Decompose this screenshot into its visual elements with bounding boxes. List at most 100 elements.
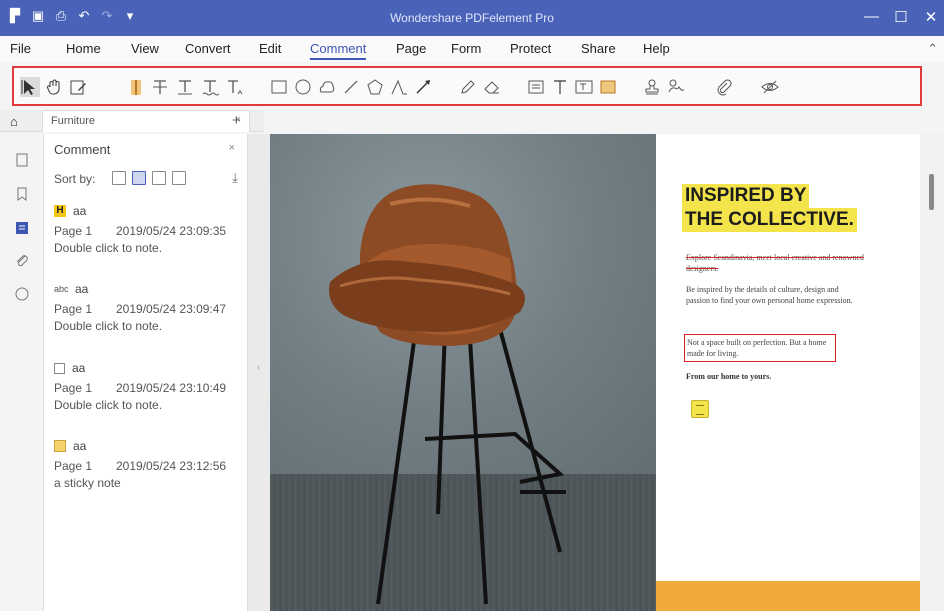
thumbnails-icon[interactable] <box>14 152 30 168</box>
line-icon[interactable] <box>341 77 361 97</box>
new-tab-button[interactable]: + <box>232 112 241 129</box>
menu-form[interactable]: Form <box>451 41 481 56</box>
hand-icon[interactable] <box>44 77 64 97</box>
tab-furniture[interactable]: Furniture × <box>42 110 250 132</box>
home-icon[interactable]: ⌂ <box>10 114 18 129</box>
hide-annotations-icon[interactable] <box>760 77 780 97</box>
left-rail <box>0 134 44 611</box>
rectangle-icon <box>54 362 65 374</box>
comment-note[interactable]: a sticky note <box>54 476 244 490</box>
comment-author: aa <box>73 439 87 453</box>
pencil-icon[interactable] <box>458 77 478 97</box>
menu-convert[interactable]: Convert <box>185 41 231 56</box>
splitter-grip-icon[interactable]: ‹ <box>257 362 260 376</box>
edit-text-icon[interactable] <box>68 77 88 97</box>
panel-title: Comment <box>54 142 111 157</box>
document-tab-strip: ⌂ Furniture × + <box>0 110 264 132</box>
headline-line-1: INSPIRED BY <box>682 184 810 208</box>
note-icon[interactable] <box>526 77 546 97</box>
area-highlight-icon[interactable] <box>598 77 618 97</box>
window-controls: — ☐ ✕ <box>864 8 938 26</box>
signature-icon[interactable] <box>666 77 686 97</box>
collapse-ribbon-icon[interactable]: ⌃ <box>927 41 938 57</box>
comment-page: Page 1 <box>54 459 93 473</box>
chair-photo <box>270 134 656 611</box>
headline[interactable]: INSPIRED BY THE COLLECTIVE. <box>682 184 857 232</box>
comment-item[interactable]: H aa Page 1 2019/05/24 23:09:35 Double c… <box>54 202 244 255</box>
polyline-icon[interactable] <box>389 77 409 97</box>
comment-date: 2019/05/24 23:09:47 <box>116 302 227 316</box>
attachment-icon[interactable] <box>714 77 734 97</box>
menu-view[interactable]: View <box>131 41 159 56</box>
comment-note[interactable]: Double click to note. <box>54 319 244 333</box>
vertical-scrollbar[interactable] <box>920 134 944 611</box>
comment-item[interactable]: aa Page 1 2019/05/24 23:10:49 Double cli… <box>54 359 244 412</box>
highlight-icon: H <box>54 205 66 217</box>
panel-splitter[interactable]: ‹ <box>248 134 270 611</box>
menu-home[interactable]: Home <box>66 41 101 56</box>
close-button[interactable]: ✕ <box>924 8 938 26</box>
comment-note[interactable]: Double click to note. <box>54 398 244 412</box>
strikethrough-text[interactable]: Explore Scandinavia, meet local creative… <box>686 252 866 274</box>
sort-row: Sort by: ⤓ <box>54 170 244 186</box>
headline-line-2: THE COLLECTIVE. <box>682 208 857 232</box>
document-page: INSPIRED BY THE COLLECTIVE. Explore Scan… <box>656 134 920 611</box>
arrow-icon[interactable] <box>413 77 433 97</box>
highlight-icon[interactable] <box>126 77 146 97</box>
tab-label: Furniture <box>51 115 96 127</box>
squiggly-icon[interactable] <box>200 77 220 97</box>
sort-by-page-icon[interactable] <box>112 171 126 185</box>
comment-date: 2019/05/24 23:10:49 <box>116 381 227 395</box>
oval-icon[interactable] <box>293 77 313 97</box>
rectangle-annotation[interactable]: Not a space built on perfection. But a h… <box>684 334 836 362</box>
insert-text-icon[interactable] <box>224 77 244 97</box>
menu-protect[interactable]: Protect <box>510 41 551 56</box>
cloud-icon[interactable] <box>317 77 337 97</box>
comment-panel: Comment × Sort by: ⤓ H aa Page 1 2019/05… <box>44 134 248 611</box>
rectangle-icon[interactable] <box>269 77 289 97</box>
sticky-note-icon[interactable] <box>691 400 709 418</box>
sort-by-author-icon[interactable] <box>152 171 166 185</box>
sort-by-time-icon[interactable] <box>132 171 146 185</box>
comment-author: aa <box>73 204 87 218</box>
menu-comment[interactable]: Comment <box>310 41 367 60</box>
sort-by-type-icon[interactable] <box>172 171 186 185</box>
strikethrough-icon: abc <box>54 284 69 294</box>
comment-note[interactable]: Double click to note. <box>54 241 244 255</box>
attachments-icon[interactable] <box>14 252 30 268</box>
text-box-icon[interactable] <box>574 77 594 97</box>
search-icon[interactable] <box>14 286 30 302</box>
bookmarks-icon[interactable] <box>14 186 30 202</box>
menu-file[interactable]: File <box>10 41 31 56</box>
document-view[interactable]: INSPIRED BY THE COLLECTIVE. Explore Scan… <box>270 134 920 611</box>
comment-page: Page 1 <box>54 302 93 316</box>
select-icon[interactable] <box>20 77 40 97</box>
scrollbar-thumb[interactable] <box>929 174 934 210</box>
menu-page[interactable]: Page <box>396 41 426 56</box>
body-paragraph: Be inspired by the details of culture, d… <box>686 285 853 305</box>
eraser-icon[interactable] <box>482 77 502 97</box>
typewriter-icon[interactable] <box>550 77 570 97</box>
menu-edit[interactable]: Edit <box>259 41 281 56</box>
strikethrough-icon[interactable] <box>150 77 170 97</box>
comment-item[interactable]: aa Page 1 2019/05/24 23:12:56 a sticky n… <box>54 437 244 490</box>
menu-help[interactable]: Help <box>643 41 670 56</box>
title-bar: ▛ ▣ ⎙ ↶ ↷ ▾ Wondershare PDFelement Pro —… <box>0 0 944 36</box>
comment-item[interactable]: abc aa Page 1 2019/05/24 23:09:47 Double… <box>54 280 244 333</box>
comment-date: 2019/05/24 23:12:56 <box>116 459 227 473</box>
maximize-button[interactable]: ☐ <box>894 8 908 26</box>
sticky-note-icon <box>54 440 66 452</box>
comments-icon[interactable] <box>14 220 30 236</box>
export-comments-icon[interactable]: ⤓ <box>232 170 238 186</box>
minimize-button[interactable]: — <box>864 8 879 26</box>
menu-bar: File Home View Convert Edit Comment Page… <box>0 36 944 62</box>
polygon-icon[interactable] <box>365 77 385 97</box>
footer-band <box>656 581 920 611</box>
panel-close-icon[interactable]: × <box>229 142 235 154</box>
sort-label: Sort by: <box>54 172 96 186</box>
underline-icon[interactable] <box>175 77 195 97</box>
menu-share[interactable]: Share <box>581 41 616 56</box>
comment-date: 2019/05/24 23:09:35 <box>116 224 227 238</box>
stamp-icon[interactable] <box>642 77 662 97</box>
comment-page: Page 1 <box>54 381 93 395</box>
